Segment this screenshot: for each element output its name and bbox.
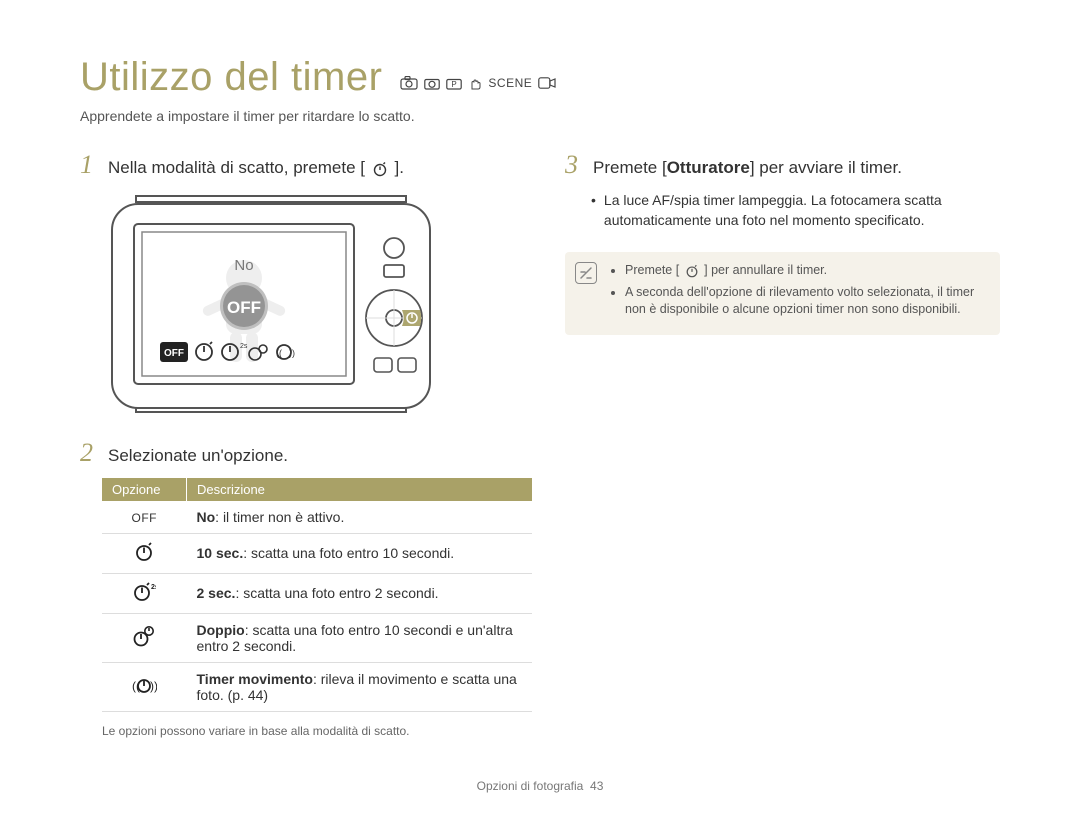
step-number: 2: [80, 440, 98, 466]
step-text: Nella modalità di scatto, premete [ ].: [108, 156, 404, 180]
row-rest: : scatta una foto entro 2 secondi.: [235, 585, 438, 601]
bullet-text: La luce AF/spia timer lampeggia. La foto…: [604, 190, 1000, 231]
table-row: Doppio: scatta una foto entro 10 secondi…: [102, 613, 532, 662]
row-rest: : il timer non è attivo.: [215, 509, 344, 525]
svg-text:OFF: OFF: [164, 348, 184, 359]
row-rest: : scatta una foto entro 10 secondi e un'…: [197, 622, 513, 654]
step-3: 3 Premete [Otturatore] per avviare il ti…: [565, 152, 1000, 180]
mode-icons-group: P SCENE: [400, 76, 556, 90]
row-label: No: [197, 509, 216, 525]
page-footer: Opzioni di fotografia 43: [0, 779, 1080, 793]
note-item: A seconda dell'opzione di rilevamento vo…: [625, 284, 986, 319]
programP-icon: P: [446, 77, 462, 90]
heading-row: Utilizzo del timer P SCENE: [80, 55, 1000, 100]
footer-page-number: 43: [590, 779, 603, 793]
camera-illustration: No OFF OFF: [106, 190, 515, 420]
note-box: Premete [ ] per annullare il timer. A se…: [565, 252, 1000, 335]
table-row: OFF No: il timer non è attivo.: [102, 501, 532, 534]
step-1: 1 Nella modalità di scatto, premete [ ].: [80, 152, 515, 180]
video-icon: [538, 77, 556, 89]
svg-text:P: P: [452, 80, 457, 89]
page-title: Utilizzo del timer: [80, 55, 382, 100]
row-label: Doppio: [197, 622, 245, 638]
note1-post: ] per annullare il timer.: [704, 263, 827, 277]
hand-icon: [468, 76, 482, 90]
step-number: 3: [565, 152, 583, 178]
note1-pre: Premete [: [625, 263, 679, 277]
footer-section: Opzioni di fotografia: [477, 779, 584, 793]
step3-part1: Premete [: [593, 158, 667, 177]
scene-icon: SCENE: [488, 76, 532, 90]
step-number: 1: [80, 152, 98, 178]
camera-icon: [424, 77, 440, 90]
subtitle: Apprendete a impostare il timer per rita…: [80, 108, 1000, 124]
col-header-option: Opzione: [102, 478, 187, 501]
left-column: 1 Nella modalità di scatto, premete [ ].: [80, 152, 515, 738]
svg-text:)): )): [289, 348, 295, 358]
step3-part2: ] per avviare il timer.: [750, 158, 902, 177]
step3-bold: Otturatore: [667, 158, 750, 177]
row-label: 2 sec.: [197, 585, 236, 601]
svg-text:OFF: OFF: [227, 298, 261, 317]
right-column: 3 Premete [Otturatore] per avviare il ti…: [565, 152, 1000, 738]
svg-text:2s: 2s: [151, 584, 156, 591]
row-label: Timer movimento: [197, 671, 313, 687]
timer-button-icon: [372, 161, 388, 177]
table-footnote: Le opzioni possono variare in base alla …: [102, 724, 515, 738]
table-row: 2s 2 sec.: scatta una foto entro 2 secon…: [102, 573, 532, 613]
timer-motion-icon: (()): [102, 662, 187, 711]
step3-bullet: La luce AF/spia timer lampeggia. La foto…: [591, 190, 1000, 231]
row-rest: : scatta una foto entro 10 secondi.: [243, 545, 454, 561]
note-item: Premete [ ] per annullare il timer.: [625, 262, 986, 280]
timer10-icon: [102, 533, 187, 573]
note2-text: A seconda dell'opzione di rilevamento vo…: [625, 285, 974, 317]
note-icon: [575, 262, 597, 284]
table-row: 10 sec.: scatta una foto entro 10 second…: [102, 533, 532, 573]
step1-pre: Nella modalità di scatto, premete [: [108, 158, 365, 177]
off-text-icon: OFF: [102, 501, 187, 534]
step-text: Selezionate un'opzione.: [108, 444, 288, 468]
svg-text:((: ((: [276, 348, 282, 358]
row-label: 10 sec.: [197, 545, 244, 561]
table-row: (()) Timer movimento: rileva il moviment…: [102, 662, 532, 711]
timer2-icon: 2s: [102, 573, 187, 613]
options-table: Opzione Descrizione OFF No: il timer non…: [102, 478, 532, 712]
col-header-description: Descrizione: [187, 478, 533, 501]
step-2: 2 Selezionate un'opzione.: [80, 440, 515, 468]
camera-screen-label: No: [234, 257, 253, 274]
step-text: Premete [Otturatore] per avviare il time…: [593, 156, 902, 180]
timer-button-icon: [685, 264, 699, 278]
smart-icon: [400, 76, 418, 90]
svg-text:2s: 2s: [240, 343, 248, 350]
svg-text:)): )): [150, 679, 157, 693]
step1-post: ].: [394, 158, 403, 177]
timer-double-icon: [102, 613, 187, 662]
